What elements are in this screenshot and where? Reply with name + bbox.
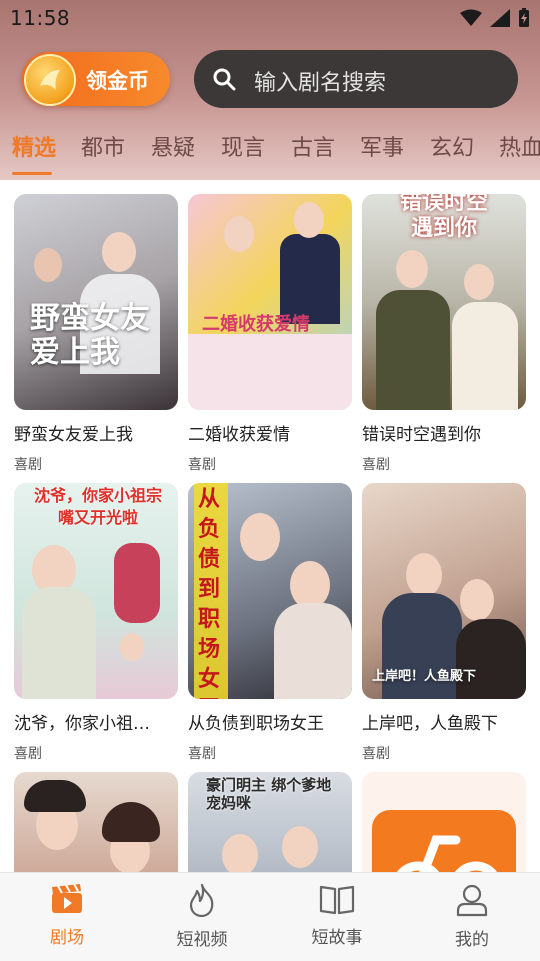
nav-label-short-story: 短故事: [311, 928, 363, 948]
tab-xuanyi[interactable]: 悬疑: [151, 130, 195, 162]
battery-icon: [519, 8, 529, 27]
drama-poster: 沈爷，你家小祖宗 嘴又开光啦: [14, 483, 178, 699]
drama-tag: 喜剧: [188, 746, 216, 762]
drama-poster: 野蛮女友 爱上我: [14, 194, 178, 410]
search-bar[interactable]: 输入剧名搜索: [194, 50, 518, 108]
app-logo: [372, 810, 516, 872]
poster-title: 沈爷，你家小祖宗 嘴又开光啦: [33, 486, 162, 527]
bottom-nav: 剧场 短视频 短故事 我的: [0, 872, 540, 961]
tab-guyan[interactable]: 古言: [291, 130, 335, 162]
drama-card[interactable]: 二婚收获爱情 二婚收获爱情 喜剧: [188, 194, 352, 473]
drama-tag: 喜剧: [362, 457, 390, 473]
signal-icon: [490, 9, 510, 27]
tab-xianyan[interactable]: 现言: [221, 130, 265, 162]
nav-item-short-story[interactable]: 短故事: [287, 883, 387, 948]
drama-card[interactable]: 野蛮女友 爱上我 野蛮女友爱上我 喜剧: [14, 194, 178, 473]
drama-grid: 野蛮女友 爱上我 野蛮女友爱上我 喜剧 二婚收获爱情 二婚收获爱情 喜剧 错误时…: [0, 180, 540, 872]
drama-title: 从负债到职场女王: [188, 714, 324, 734]
category-tabs: 精选 都市 悬疑 现言 古言 军事 玄幻 热血: [0, 126, 540, 176]
poster-title: 上岸吧！人鱼殿下: [372, 669, 477, 684]
drama-poster: [14, 772, 178, 872]
drama-card[interactable]: [14, 772, 178, 872]
book-icon: [319, 885, 355, 915]
drama-tag: 喜剧: [362, 746, 390, 762]
nav-item-theater[interactable]: 剧场: [17, 883, 117, 948]
drama-title: 二婚收获爱情: [188, 425, 290, 445]
drama-poster: 从负债到职场女王: [188, 483, 352, 699]
drama-title: 上岸吧，人鱼殿下: [362, 714, 498, 734]
tab-jingxuan[interactable]: 精选: [12, 130, 56, 162]
poster-title: 豪门明主 绑个爹地宠妈咪: [206, 776, 332, 812]
drama-poster: 豪门明主 绑个爹地宠妈咪: [188, 772, 352, 872]
poster-title: 错误时空 遇到你: [399, 194, 488, 241]
drama-title: 野蛮女友爱上我: [14, 425, 133, 445]
tab-dushi[interactable]: 都市: [81, 130, 125, 162]
drama-card[interactable]: 错误时空 遇到你 错误时空遇到你 喜剧: [362, 194, 526, 473]
search-placeholder: 输入剧名搜索: [254, 71, 387, 96]
drama-card[interactable]: 豪门明主 绑个爹地宠妈咪: [188, 772, 352, 872]
coin-button-label: 领金币: [86, 69, 149, 93]
poster-title: 野蛮女友 爱上我: [30, 301, 150, 370]
status-bar: 11:58: [0, 0, 540, 36]
coin-icon: [24, 54, 76, 106]
nav-label-me: 我的: [455, 930, 489, 950]
tab-junshi[interactable]: 军事: [360, 130, 404, 162]
nav-item-me[interactable]: 我的: [422, 883, 522, 950]
nav-label-theater: 剧场: [50, 928, 84, 948]
drama-poster: 二婚收获爱情: [188, 194, 352, 410]
status-icons: [460, 8, 530, 28]
active-tab-indicator: [12, 172, 52, 175]
tab-xuanhuan[interactable]: 玄幻: [430, 130, 474, 162]
drama-title: 沈爷，你家小祖…: [14, 714, 150, 734]
drama-tag: 喜剧: [188, 457, 216, 473]
drama-tag: 喜剧: [14, 457, 42, 473]
tab-rexue[interactable]: 热血: [499, 130, 540, 162]
drama-tag: 喜剧: [14, 746, 42, 762]
poster-title: 二婚收获爱情: [202, 314, 310, 335]
drama-card[interactable]: [362, 772, 526, 872]
drama-card[interactable]: 从负债到职场女王 从负债到职场女王 喜剧: [188, 483, 352, 762]
poster-title: 从负债到职场女王: [198, 487, 221, 699]
coin-button[interactable]: 领金币: [22, 52, 170, 106]
drama-poster: [362, 772, 526, 872]
person-icon: [456, 884, 488, 917]
drama-title: 错误时空遇到你: [362, 425, 481, 445]
drama-poster: 错误时空 遇到你: [362, 194, 526, 410]
flame-icon: [189, 883, 214, 918]
nav-item-short-video[interactable]: 短视频: [152, 883, 252, 950]
search-icon: [213, 68, 236, 91]
drama-card[interactable]: 上岸吧！人鱼殿下 上岸吧，人鱼殿下 喜剧: [362, 483, 526, 762]
clapperboard-icon: [52, 883, 82, 913]
scooter-icon: [396, 835, 498, 872]
nav-label-short-video: 短视频: [176, 930, 228, 950]
drama-poster: 上岸吧！人鱼殿下: [362, 483, 526, 699]
drama-card[interactable]: 沈爷，你家小祖宗 嘴又开光啦 沈爷，你家小祖… 喜剧: [14, 483, 178, 762]
wifi-icon: [460, 9, 482, 26]
header: 11:58 领金币 输入剧名搜索 精选 都市 悬疑 现言 古言 军事 玄幻 热血: [0, 0, 540, 180]
status-time: 11:58: [10, 6, 71, 30]
